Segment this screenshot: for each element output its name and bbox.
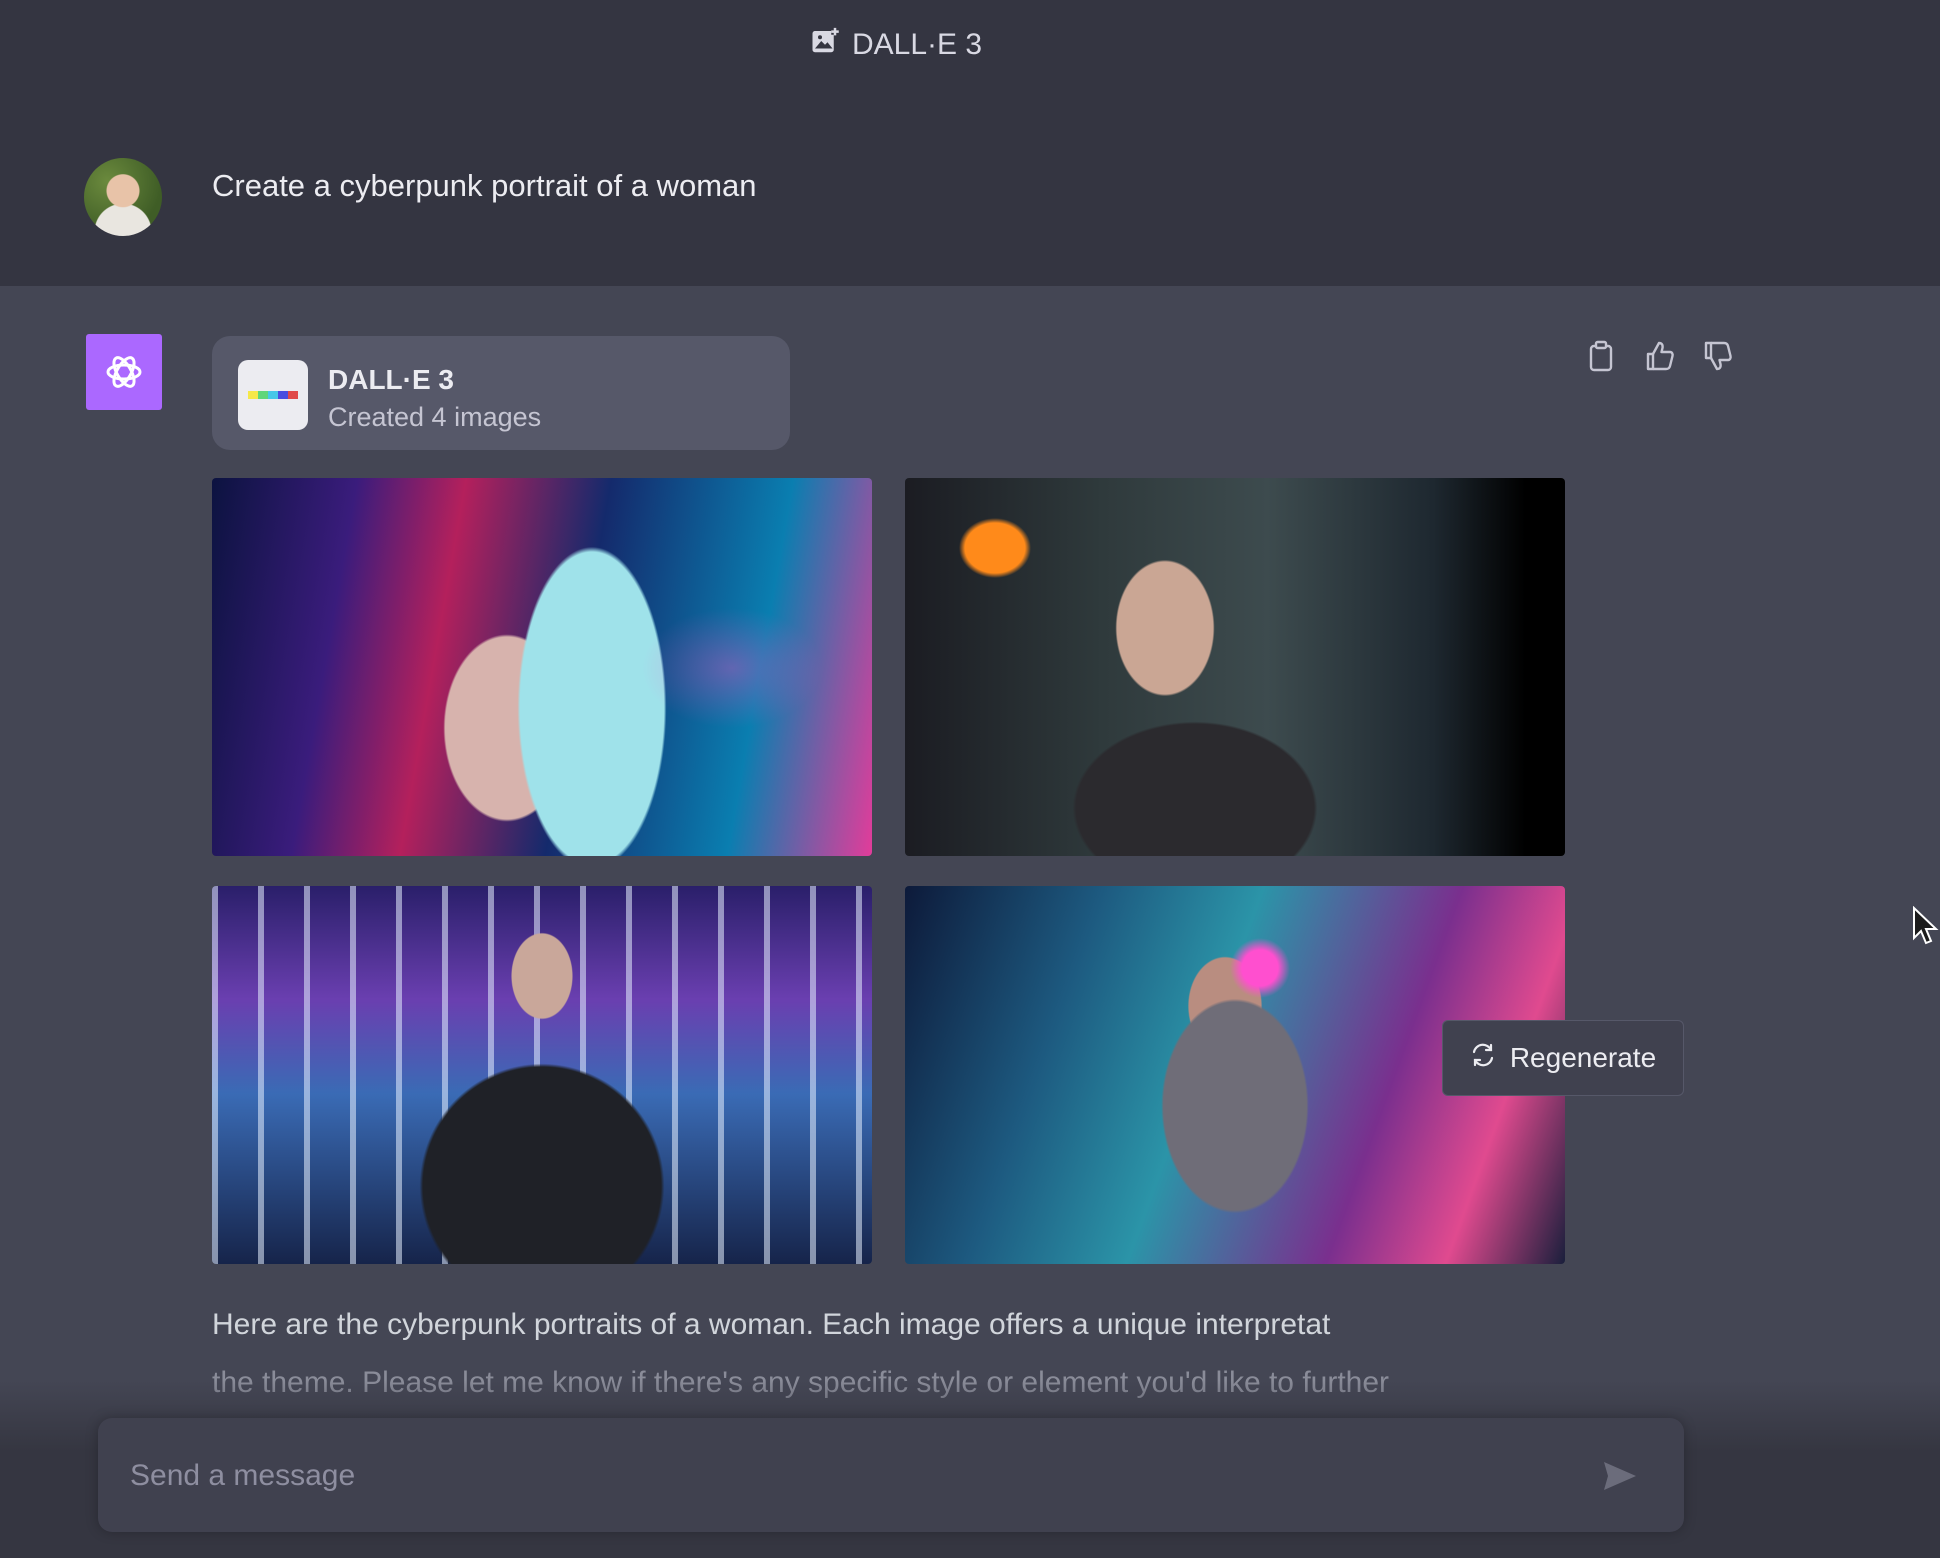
user-message: Create a cyberpunk portrait of a woman [0, 108, 1940, 286]
message-composer [98, 1418, 1684, 1532]
send-icon[interactable] [1598, 1454, 1642, 1498]
message-input[interactable] [128, 1448, 1572, 1504]
tool-status: Created 4 images [328, 402, 542, 432]
model-title-label: DALL·E 3 [852, 28, 983, 61]
response-line-1: Here are the cyberpunk portraits of a wo… [212, 1308, 1331, 1341]
mouse-cursor-icon [1912, 905, 1940, 946]
generated-image-1[interactable] [212, 478, 872, 856]
openai-logo-icon [86, 334, 162, 410]
user-avatar [84, 158, 162, 236]
thumbs-down-icon[interactable] [1702, 340, 1732, 372]
generated-image-3[interactable] [212, 886, 872, 1264]
image-plus-icon [810, 26, 840, 64]
dalle-tool-card[interactable]: DALL·E 3 Created 4 images [212, 336, 790, 450]
thumbs-up-icon[interactable] [1644, 340, 1674, 372]
generated-image-2[interactable] [905, 478, 1565, 856]
top-bar: DALL·E 3 [0, 0, 1940, 109]
copy-icon[interactable] [1586, 340, 1616, 372]
model-title[interactable]: DALL·E 3 [810, 26, 982, 64]
message-actions [1586, 340, 1732, 372]
refresh-icon [1470, 1042, 1496, 1075]
regenerate-label: Regenerate [1509, 1042, 1657, 1073]
tool-name: DALL·E 3 [328, 364, 454, 395]
dalle-logo-icon [238, 360, 308, 430]
user-message-text: Create a cyberpunk portrait of a woman [212, 168, 757, 203]
assistant-message: DALL·E 3 Created 4 images Here are the c… [0, 286, 1940, 1558]
regenerate-button[interactable]: Regenerate [1442, 1020, 1684, 1096]
